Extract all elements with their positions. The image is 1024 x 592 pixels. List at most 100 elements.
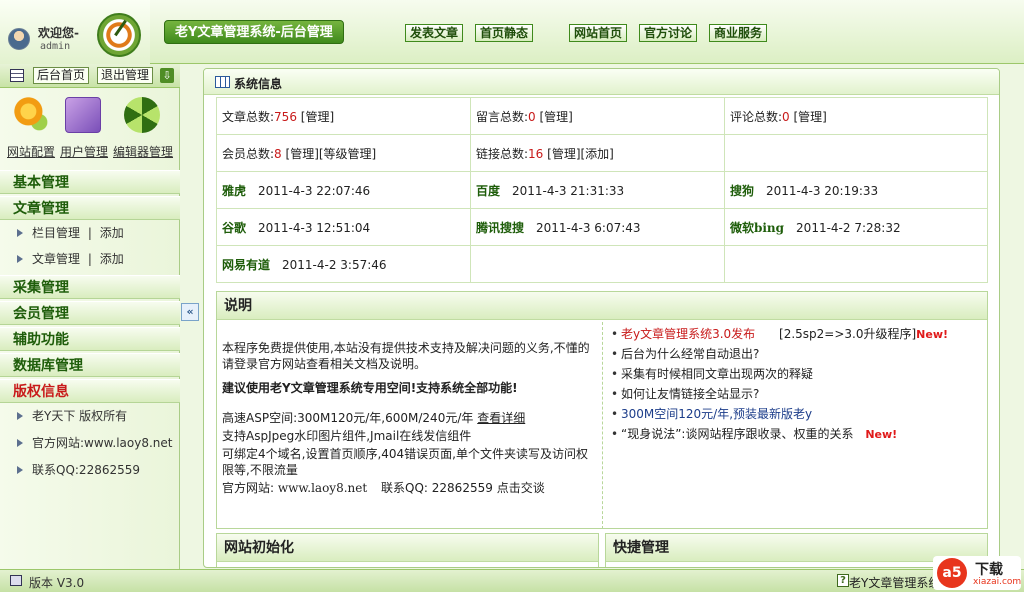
- table-row: 网易有道 2011-4-2 3:57:46: [216, 245, 989, 283]
- engine-name: 百度: [475, 183, 500, 198]
- watermark-logo: a5 下载 xiazai.com: [933, 556, 1021, 590]
- main-header: 系统信息: [204, 69, 999, 95]
- list-item[interactable]: 后台为什么经常自动退出?: [609, 344, 987, 364]
- menu-assist[interactable]: 辅助功能: [0, 327, 180, 351]
- separator: |: [87, 226, 92, 240]
- engine-time: 2011-4-3 20:19:33: [765, 183, 879, 198]
- message-manage-link[interactable]: [管理]: [540, 110, 573, 124]
- arrow-right-icon: [17, 255, 23, 263]
- watermark-site: xiazai.com: [973, 577, 1022, 587]
- logo-icon: [97, 13, 141, 57]
- category-manage-link[interactable]: 栏目管理: [32, 226, 80, 240]
- footer: 版本 V3.0 ? 老Y文章管理系统: [0, 569, 1024, 592]
- engine-name: 谷歌: [222, 220, 247, 235]
- copyright-owner: 老Y天下 版权所有: [32, 409, 128, 423]
- table-row: 会员总数:8 [管理][等级管理] 链接总数:16 [管理][添加]: [216, 134, 989, 172]
- news-list: 老y文章管理系统3.0发布 [2.5sp2=>3.0升级程序]New! 后台为什…: [609, 324, 987, 444]
- member-manage-link[interactable]: [管理][等级管理]: [286, 147, 377, 161]
- article-manage-link[interactable]: 文章管理: [32, 252, 80, 266]
- empty-cell: [723, 134, 989, 172]
- upgrade-link[interactable]: [2.5sp2=>3.0升级程序]: [779, 327, 916, 341]
- user-manage-icon[interactable]: [65, 97, 101, 133]
- header: 欢迎您- admin 老Y文章管理系统-后台管理 发表文章 首页静态 网站首页 …: [0, 0, 1024, 64]
- copyright-item-site[interactable]: 官方网站:www.laoy8.net: [0, 430, 180, 456]
- engine-name: 微软bing: [729, 220, 785, 235]
- category-add-link[interactable]: 添加: [100, 226, 124, 240]
- engine-name: 腾讯搜搜: [475, 220, 524, 235]
- site-label: 官方网站:: [222, 481, 275, 495]
- news-link[interactable]: 采集有时候相同文章出现两次的释疑: [621, 367, 813, 381]
- nav-site-home[interactable]: 网站首页: [569, 24, 628, 42]
- table-row: 文章总数:756 [管理] 留言总数:0 [管理] 评论总数:0 [管理]: [216, 97, 989, 135]
- arrow-right-icon: [17, 439, 23, 447]
- recommend-text: 建议使用老Y文章管理系统专用空间!支持系统全部功能!: [222, 381, 518, 395]
- view-detail-link[interactable]: 查看详细: [477, 411, 525, 425]
- engine-name: 网易有道: [222, 257, 271, 272]
- official-site-link[interactable]: 官方网站:www.laoy8.net: [32, 436, 172, 450]
- list-item[interactable]: “现身说法”:谈网站程序跟收录、权重的关系 New!: [609, 424, 987, 444]
- comment-count: 0: [782, 109, 790, 124]
- gears-icon[interactable]: [14, 97, 50, 133]
- engine-cell: 微软bing 2011-4-2 7:28:32: [723, 208, 989, 246]
- menu-database[interactable]: 数据库管理: [0, 353, 180, 377]
- news-link[interactable]: 如何让友情链接全站显示?: [621, 387, 759, 401]
- engine-name: 搜狗: [729, 183, 754, 198]
- engine-time: 2011-4-3 6:07:43: [536, 220, 641, 235]
- comment-manage-link[interactable]: [管理]: [793, 110, 826, 124]
- sidebar-topbar: 后台首页 退出管理 ⇩: [0, 64, 180, 88]
- separator: |: [87, 252, 92, 266]
- site-config-link[interactable]: 网站配置: [7, 143, 55, 160]
- new-badge: New!: [865, 428, 898, 441]
- editor-manage-link[interactable]: 编辑器管理: [113, 143, 173, 160]
- list-item[interactable]: 老y文章管理系统3.0发布 [2.5sp2=>3.0升级程序]New!: [609, 324, 987, 344]
- news-link[interactable]: 老y文章管理系统3.0发布: [621, 327, 755, 341]
- user-manage-link[interactable]: 用户管理: [60, 143, 108, 160]
- official-site-link[interactable]: www.laoy8.net: [278, 481, 367, 495]
- menu-item-article[interactable]: 文章管理 | 添加: [0, 246, 180, 272]
- article-add-link[interactable]: 添加: [100, 252, 124, 266]
- menu-copyright[interactable]: 版权信息: [0, 379, 180, 403]
- message-count-cell: 留言总数:0 [管理]: [469, 97, 725, 135]
- user-avatar-icon: [8, 28, 30, 50]
- welcome-text: 欢迎您-: [38, 26, 79, 40]
- news-link[interactable]: 后台为什么经常自动退出?: [621, 347, 759, 361]
- nav-official-forum[interactable]: 官方讨论: [639, 24, 698, 42]
- menu-article[interactable]: 文章管理: [0, 196, 180, 220]
- quick-manage-panel: 快捷管理: [605, 533, 988, 567]
- list-item[interactable]: 如何让友情链接全站显示?: [609, 384, 987, 404]
- label: 会员总数:: [222, 146, 275, 161]
- menu-collect[interactable]: 采集管理: [0, 275, 180, 299]
- nav-static-home[interactable]: 首页静态: [475, 24, 534, 42]
- news-link[interactable]: 300M空间120元/年,预装最新版老y: [621, 407, 812, 421]
- version-icon: [10, 575, 22, 586]
- sidebar: 后台首页 退出管理 ⇩ 网站配置 用户管理 编辑器管理 基本管理 文章管理 栏目…: [0, 64, 180, 569]
- system-info-table: 文章总数:756 [管理] 留言总数:0 [管理] 评论总数:0 [管理] 会员…: [216, 97, 989, 283]
- link-count-cell: 链接总数:16 [管理][添加]: [469, 134, 725, 172]
- engine-time: 2011-4-2 7:28:32: [796, 220, 901, 235]
- article-manage-link[interactable]: [管理]: [301, 110, 334, 124]
- engine-time: 2011-4-3 21:31:33: [512, 183, 625, 198]
- version-text: 版本 V3.0: [29, 576, 85, 590]
- list-item[interactable]: 300M空间120元/年,预装最新版老y: [609, 404, 987, 424]
- editor-manage-icon[interactable]: [124, 97, 160, 133]
- nav-post-article[interactable]: 发表文章: [405, 24, 464, 42]
- a5-logo: a5: [937, 558, 967, 588]
- engine-cell: 谷歌 2011-4-3 12:51:04: [216, 208, 471, 246]
- label: 链接总数:: [475, 146, 529, 161]
- arrow-down-icon[interactable]: ⇩: [160, 68, 174, 83]
- nav-business-service[interactable]: 商业服务: [709, 24, 768, 42]
- list-item[interactable]: 采集有时候相同文章出现两次的释疑: [609, 364, 987, 384]
- menu-item-category[interactable]: 栏目管理 | 添加: [0, 220, 180, 246]
- link-manage-link[interactable]: [管理][添加]: [547, 147, 614, 161]
- help-icon[interactable]: ?: [837, 574, 849, 587]
- collapse-sidebar-icon[interactable]: «: [181, 303, 199, 321]
- logout-button[interactable]: 退出管理: [97, 67, 154, 84]
- menu-member[interactable]: 会员管理: [0, 301, 180, 325]
- admin-home-button[interactable]: 后台首页: [33, 67, 90, 84]
- hosting-text: 高速ASP空间:300M120元/年,600M/240元/年: [222, 411, 474, 425]
- component-text: 支持AspJpeg水印图片组件,Jmail在线发信组件: [222, 429, 472, 443]
- menu-basic[interactable]: 基本管理: [0, 170, 180, 194]
- click-talk-link[interactable]: 点击交谈: [497, 481, 545, 495]
- news-link[interactable]: “现身说法”:谈网站程序跟收录、权重的关系: [621, 427, 853, 441]
- qq-label: 联系QQ:: [381, 481, 428, 495]
